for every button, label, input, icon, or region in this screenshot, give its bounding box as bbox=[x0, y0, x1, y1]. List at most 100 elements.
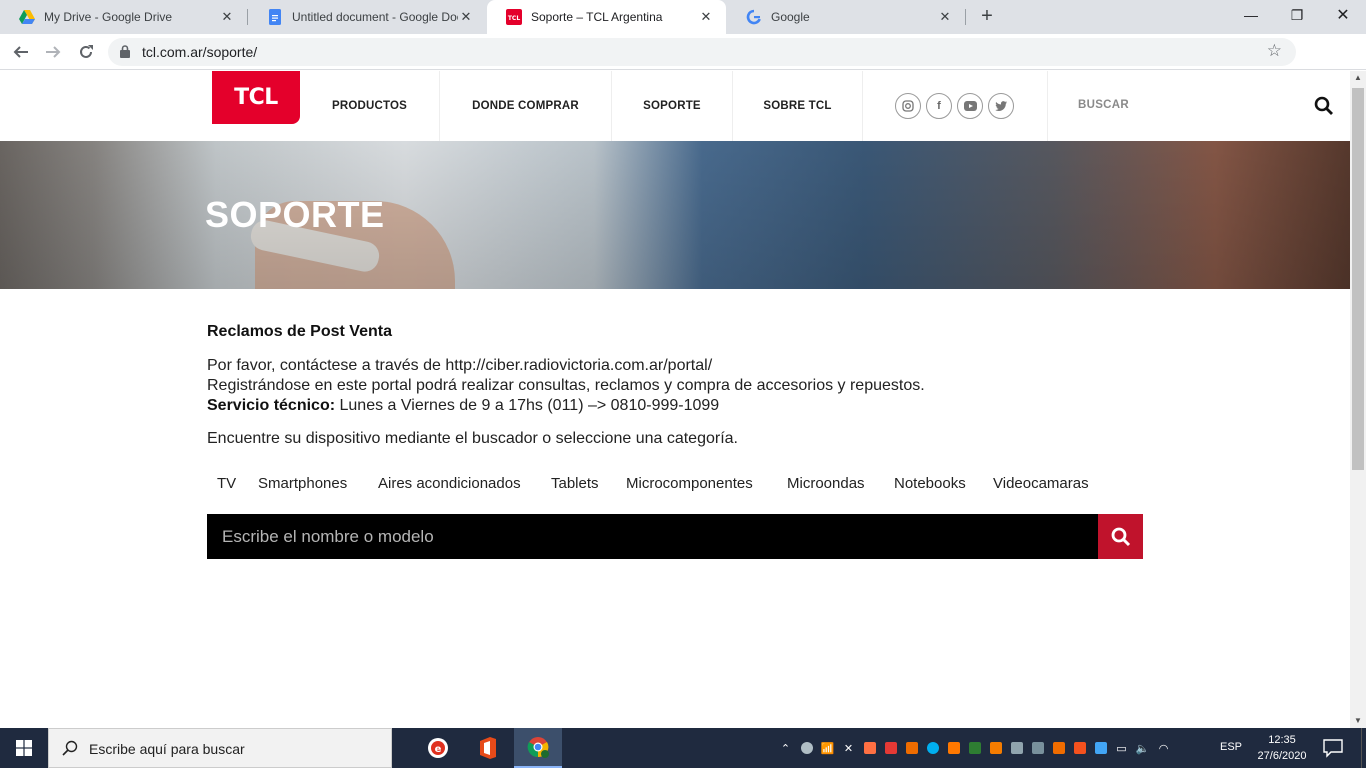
category-microcomponentes[interactable]: Microcomponentes bbox=[626, 475, 753, 492]
input-language[interactable]: ESP bbox=[1220, 741, 1242, 753]
taskbar-app-chrome[interactable] bbox=[514, 728, 562, 768]
page-scrollbar[interactable]: ▲ ▼ bbox=[1350, 71, 1366, 728]
svg-text:e: e bbox=[435, 744, 442, 755]
office-icon bbox=[480, 737, 496, 759]
show-hidden-icons-icon[interactable]: ⌃ bbox=[775, 728, 796, 768]
page-viewport: TCL PRODUCTOS DONDE COMPRAR SOPORTE SOBR… bbox=[0, 71, 1350, 713]
taskbar-search-box[interactable]: Escribe aquí para buscar bbox=[48, 728, 392, 768]
tcl-logo[interactable]: TCL bbox=[212, 71, 300, 124]
tray-shield-icon[interactable] bbox=[964, 728, 985, 768]
tray-sync-icon[interactable] bbox=[901, 728, 922, 768]
start-button[interactable] bbox=[0, 728, 48, 768]
scroll-up-arrow-icon[interactable]: ▲ bbox=[1350, 71, 1366, 85]
tray-app-red-icon[interactable] bbox=[1048, 728, 1069, 768]
tray-network-icon[interactable] bbox=[1090, 728, 1111, 768]
tray-app-icon[interactable] bbox=[796, 728, 817, 768]
tab-separator bbox=[965, 9, 966, 25]
category-tv[interactable]: TV bbox=[217, 475, 236, 492]
url-text: tcl.com.ar/soporte/ bbox=[142, 44, 258, 60]
taskbar-app-rescue[interactable]: e bbox=[414, 728, 462, 768]
chrome-icon bbox=[527, 737, 549, 758]
tab-title: Soporte – TCL Argentina bbox=[531, 10, 663, 24]
category-notebooks[interactable]: Notebooks bbox=[894, 475, 966, 492]
tab-tcl-soporte[interactable]: TCL Soporte – TCL Argentina ✕ bbox=[487, 0, 726, 34]
tray-avast-icon[interactable] bbox=[943, 728, 964, 768]
category-smartphones[interactable]: Smartphones bbox=[258, 475, 347, 492]
category-videocamaras[interactable]: Videocamaras bbox=[993, 475, 1089, 492]
rescue-app-icon: e bbox=[428, 738, 448, 758]
tcl-favicon: TCL bbox=[506, 9, 522, 25]
google-drive-icon bbox=[19, 9, 35, 25]
tray-download-icon[interactable] bbox=[880, 728, 901, 768]
search-icon[interactable] bbox=[1314, 96, 1334, 116]
minimize-button[interactable]: — bbox=[1228, 0, 1274, 30]
windows-logo-icon bbox=[16, 740, 32, 756]
hero-banner: SOPORTE bbox=[0, 141, 1350, 289]
tab-google[interactable]: Google ✕ bbox=[727, 0, 965, 34]
restore-button[interactable]: ❐ bbox=[1274, 0, 1320, 30]
browser-tab-strip: My Drive - Google Drive ✕ Untitled docum… bbox=[0, 0, 1366, 34]
section-heading: Reclamos de Post Venta bbox=[207, 323, 392, 340]
scroll-thumb[interactable] bbox=[1352, 88, 1364, 470]
close-tab-icon[interactable]: ✕ bbox=[698, 9, 714, 25]
instagram-icon[interactable] bbox=[895, 93, 921, 119]
tray-speaker-alt-icon[interactable] bbox=[1069, 728, 1090, 768]
show-desktop-button[interactable] bbox=[1361, 728, 1366, 768]
tray-monitor-icon[interactable] bbox=[1006, 728, 1027, 768]
scroll-down-arrow-icon[interactable]: ▼ bbox=[1350, 714, 1366, 728]
tray-network-off-icon[interactable] bbox=[1027, 728, 1048, 768]
find-device-text: Encuentre su dispositivo mediante el bus… bbox=[207, 430, 738, 447]
twitter-icon[interactable] bbox=[988, 93, 1014, 119]
close-tab-icon[interactable]: ✕ bbox=[937, 9, 953, 25]
close-tab-icon[interactable]: ✕ bbox=[219, 9, 235, 25]
clock-time: 12:35 bbox=[1268, 734, 1296, 746]
svg-text:TCL: TCL bbox=[508, 15, 520, 22]
bookmark-star-icon[interactable]: ☆ bbox=[1267, 41, 1282, 61]
system-tray: ⌃ 📶 ✕ ▭ 🔈 ◠ bbox=[775, 728, 1174, 768]
forward-arrow-icon bbox=[46, 46, 61, 58]
close-tab-icon[interactable]: ✕ bbox=[458, 9, 474, 25]
tray-upload-icon[interactable] bbox=[859, 728, 880, 768]
volume-icon[interactable]: 🔈 bbox=[1132, 728, 1153, 768]
nav-soporte[interactable]: SOPORTE bbox=[612, 71, 733, 141]
action-center-icon[interactable] bbox=[1322, 738, 1344, 758]
tray-skype-icon[interactable] bbox=[922, 728, 943, 768]
lock-icon bbox=[120, 45, 130, 58]
search-icon bbox=[1111, 527, 1130, 546]
category-tablets[interactable]: Tablets bbox=[551, 475, 599, 492]
tab-title: Untitled document - Google Docs bbox=[292, 10, 458, 24]
close-window-button[interactable]: ✕ bbox=[1320, 0, 1366, 30]
back-button[interactable] bbox=[9, 40, 33, 64]
model-search-bar bbox=[207, 514, 1098, 559]
google-docs-icon bbox=[267, 9, 283, 25]
tab-title: My Drive - Google Drive bbox=[44, 10, 173, 24]
tray-app-orange-icon[interactable] bbox=[985, 728, 1006, 768]
address-bar[interactable]: tcl.com.ar/soporte/ ☆ bbox=[108, 38, 1296, 66]
new-tab-button[interactable]: + bbox=[976, 5, 998, 27]
google-icon bbox=[746, 9, 762, 25]
buscar-label[interactable]: BUSCAR bbox=[1078, 99, 1129, 111]
battery-icon[interactable]: ▭ bbox=[1111, 728, 1132, 768]
tray-antenna-icon[interactable]: 📶 bbox=[817, 728, 838, 768]
model-search-button[interactable] bbox=[1098, 514, 1143, 559]
windows-taskbar: Escribe aquí para buscar e ⌃ 📶 ✕ ▭ 🔈 ◠ E… bbox=[0, 728, 1366, 768]
forward-button[interactable] bbox=[41, 40, 65, 64]
tab-google-docs[interactable]: Untitled document - Google Docs ✕ bbox=[248, 0, 486, 34]
taskbar-app-office[interactable] bbox=[464, 728, 512, 768]
nav-sobre-tcl[interactable]: SOBRE TCL bbox=[733, 71, 863, 141]
facebook-icon[interactable]: f bbox=[926, 93, 952, 119]
tab-google-drive[interactable]: My Drive - Google Drive ✕ bbox=[0, 0, 247, 34]
nav-productos[interactable]: PRODUCTOS bbox=[300, 71, 440, 141]
hero-overlay bbox=[0, 141, 1350, 289]
wifi-icon[interactable]: ◠ bbox=[1153, 728, 1174, 768]
tray-network-tool-icon[interactable]: ✕ bbox=[838, 728, 859, 768]
model-search-input[interactable] bbox=[207, 514, 1098, 559]
category-aires[interactable]: Aires acondicionados bbox=[378, 475, 521, 492]
clock-date: 27/6/2020 bbox=[1257, 750, 1307, 762]
youtube-icon[interactable] bbox=[957, 93, 983, 119]
nav-donde-comprar[interactable]: DONDE COMPRAR bbox=[440, 71, 612, 141]
reload-button[interactable] bbox=[74, 40, 98, 64]
taskbar-clock[interactable]: 12:35 27/6/2020 bbox=[1254, 732, 1310, 764]
category-microondas[interactable]: Microondas bbox=[787, 475, 865, 492]
social-links: f bbox=[863, 71, 1048, 141]
